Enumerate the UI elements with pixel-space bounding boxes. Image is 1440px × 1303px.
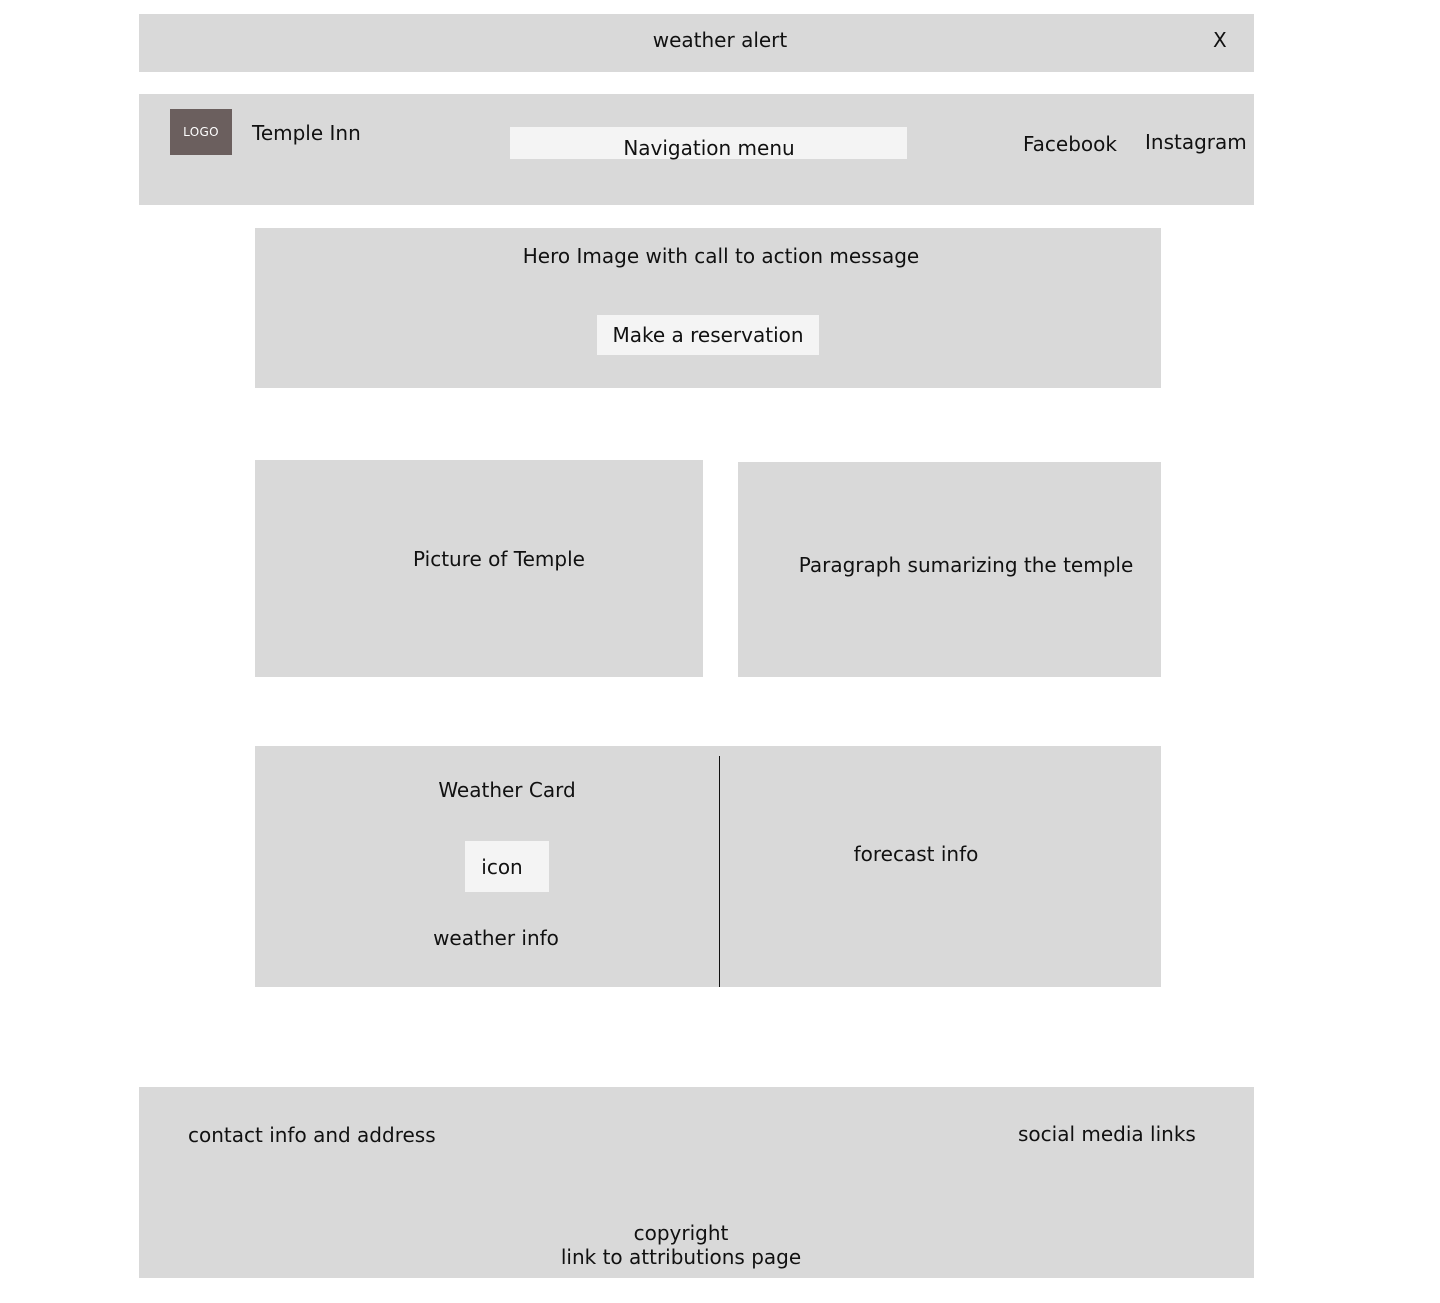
brand-name[interactable]: Temple Inn [252,121,361,145]
make-reservation-button[interactable]: Make a reservation [597,315,819,355]
navigation-menu-label: Navigation menu [623,136,795,160]
close-alert-button[interactable]: X [1213,28,1227,52]
weather-divider [719,756,720,987]
temple-picture-label: Picture of Temple [413,547,585,571]
logo[interactable]: LOGO [170,109,232,155]
weather-section [255,746,1161,987]
weather-card-title: Weather Card [438,778,576,802]
weather-info: weather info [433,926,559,950]
copyright: copyright [633,1221,729,1245]
facebook-link[interactable]: Facebook [1023,132,1117,156]
attributions-link[interactable]: link to attributions page [561,1245,801,1269]
contact-info: contact info and address [188,1123,436,1147]
instagram-link[interactable]: Instagram [1145,130,1247,154]
forecast-info: forecast info [853,842,979,866]
weather-icon-label: icon [481,855,523,879]
weather-alert-text: weather alert [652,28,788,52]
social-media-links[interactable]: social media links [1018,1122,1196,1146]
hero-message: Hero Image with call to action message [522,244,920,268]
temple-summary-text: Paragraph sumarizing the temple [798,553,1134,577]
